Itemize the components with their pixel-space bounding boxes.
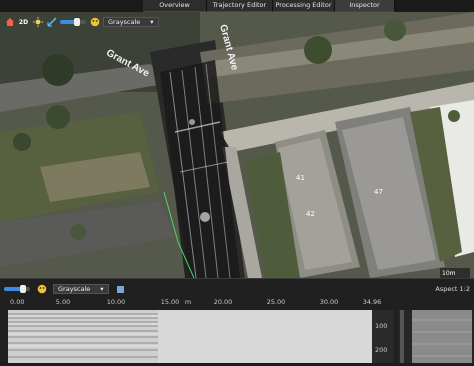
ruler-tick: 10.00 — [106, 298, 126, 306]
measure-icon[interactable] — [46, 17, 57, 27]
satellite-imagery — [0, 12, 474, 278]
map-view[interactable]: Grant Ave Grant Ave 41 42 47 10m — [0, 12, 474, 278]
radargram-view[interactable] — [8, 310, 372, 363]
tab-processing-editor[interactable]: Processing Editor — [273, 0, 335, 12]
sun-icon[interactable] — [32, 17, 43, 27]
radargram-image — [8, 310, 372, 363]
house-number-label: 47 — [374, 188, 383, 196]
colormap-select[interactable]: Grayscale ▾ — [53, 284, 109, 294]
ruler-unit: m — [184, 298, 192, 306]
ruler-tick: 20.00 — [213, 298, 233, 306]
radargram-panel: Grayscale ▾ Aspect 1:2 0.00 5.00 10.00 1… — [0, 278, 474, 363]
home-icon[interactable] — [4, 17, 15, 27]
map-toolbar: 2D Grayscale ▾ — [4, 16, 159, 28]
2d-toggle-icon[interactable]: 2D — [18, 17, 29, 27]
slider-knob[interactable] — [74, 18, 80, 26]
scale-label: 10m — [442, 270, 456, 277]
colormap-select[interactable]: Grayscale ▾ — [103, 17, 159, 27]
ruler-tick: 0.00 — [10, 298, 25, 306]
colormap-value: Grayscale — [58, 285, 91, 293]
tab-overview[interactable]: Overview — [143, 0, 207, 12]
tab-inspector[interactable]: Inspector — [335, 0, 395, 12]
ruler-tick: 25.00 — [266, 298, 286, 306]
ruler-tick: 5.00 — [55, 298, 71, 306]
transparency-slider[interactable] — [60, 18, 86, 26]
ruler-tick: 30.00 — [319, 298, 339, 306]
colormap-value: Grayscale — [108, 18, 141, 26]
depth-axis: 100 200 — [372, 310, 394, 363]
house-number-label: 42 — [306, 210, 315, 218]
chevron-down-icon: ▾ — [100, 285, 104, 293]
radargram-toolbar: Grayscale ▾ — [4, 284, 126, 294]
top-tab-bar: Overview Trajectory Editor Processing Ed… — [0, 0, 474, 12]
trace-image — [400, 310, 472, 363]
chevron-down-icon: ▾ — [150, 18, 154, 26]
settings-icon[interactable] — [115, 284, 126, 294]
ruler-tick: 34.96 — [362, 298, 382, 306]
slider-knob[interactable] — [20, 285, 26, 293]
depth-tick: 100 — [375, 322, 388, 330]
distance-ruler: 0.00 5.00 10.00 15.00 m 20.00 25.00 30.0… — [8, 298, 381, 310]
palette-icon[interactable] — [89, 17, 100, 27]
map-scale-bar: 10m — [440, 268, 470, 278]
depth-tick: 200 — [375, 346, 388, 354]
palette-icon[interactable] — [36, 284, 47, 294]
trace-panel — [398, 310, 474, 363]
tab-trajectory-editor[interactable]: Trajectory Editor — [207, 0, 273, 12]
aspect-label[interactable]: Aspect 1:2 — [435, 285, 470, 293]
house-number-label: 41 — [296, 174, 305, 182]
ruler-tick: 15.00 — [160, 298, 180, 306]
gain-slider[interactable] — [4, 285, 30, 293]
